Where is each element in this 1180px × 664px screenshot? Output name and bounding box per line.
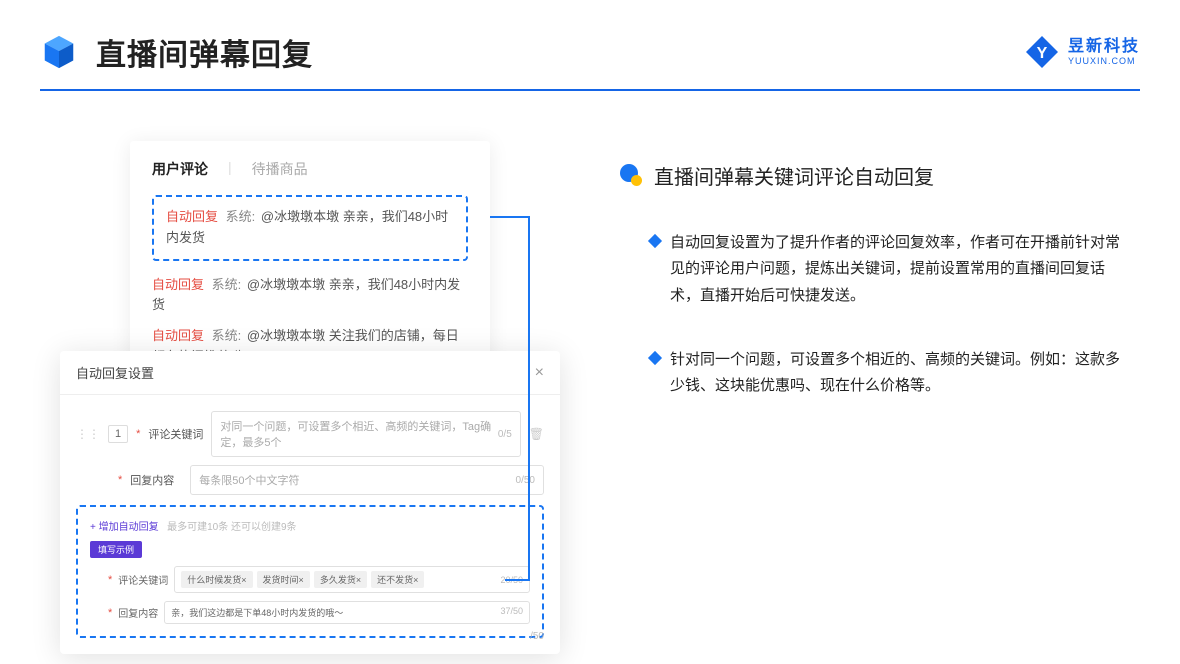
section-head: 直播间弹幕关键词评论自动回复 — [620, 161, 1120, 190]
bullet-text: 自动回复设置为了提升作者的评论回复效率，作者可在开播前针对常见的评论用户问题，提… — [670, 230, 1120, 309]
example-keyword-row: * 评论关键词 什么时候发货× 发货时间× 多久发货× 还不发货× 20/50 — [90, 566, 530, 593]
add-hint: 最多可建10条 还可以创建9条 — [167, 522, 296, 533]
tag-chip[interactable]: 还不发货× — [371, 571, 424, 588]
tab-products[interactable]: 待播商品 — [252, 159, 308, 179]
ex-reply-text: 亲，我们这边都是下单48小时内发货的哦～ — [171, 606, 343, 619]
field-label-keyword: 评论关键词 — [148, 426, 203, 442]
auto-reply-tag: 自动回复 — [152, 277, 204, 292]
required-star: * — [136, 428, 140, 440]
brand-logo: Y 昱新科技 YUUXIN.COM — [1024, 34, 1140, 70]
system-tag: 系统: — [226, 209, 256, 224]
ex-reply-input[interactable]: 亲，我们这边都是下单48小时内发货的哦～ 37/50 — [164, 601, 530, 624]
auto-reply-settings-dialog: 自动回复设置 × ⋮⋮ 1 * 评论关键词 对同一个问题，可设置多个相近、高频的… — [60, 351, 560, 654]
section-title: 直播间弹幕关键词评论自动回复 — [654, 161, 934, 190]
right-column: 直播间弹幕关键词评论自动回复 自动回复设置为了提升作者的评论回复效率，作者可在开… — [620, 141, 1120, 437]
ex-label-reply: 回复内容 — [118, 605, 158, 620]
reply-counter: 0/50 — [516, 475, 535, 486]
required-star: * — [118, 474, 122, 486]
auto-reply-tag: 自动回复 — [166, 209, 218, 224]
connector-line — [505, 579, 530, 581]
tab-comments[interactable]: 用户评论 — [152, 159, 208, 179]
bullet-text: 针对同一个问题，可设置多个相近的、高频的关键词。例如：这款多少钱、这块能优惠吗、… — [670, 347, 1120, 400]
section-dot-icon — [620, 164, 644, 188]
ex-keyword-input[interactable]: 什么时候发货× 发货时间× 多久发货× 还不发货× 20/50 — [174, 566, 530, 593]
form-row-reply: * 回复内容 每条限50个中文字符 0/50 — [76, 465, 544, 495]
tag-chip[interactable]: 发货时间× — [257, 571, 310, 588]
keyword-placeholder: 对同一个问题，可设置多个相近、高频的关键词，Tag确定，最多5个 — [220, 418, 497, 450]
logo-cn: 昱新科技 — [1068, 39, 1140, 55]
connector-line — [528, 216, 530, 581]
dialog-body: ⋮⋮ 1 * 评论关键词 对同一个问题，可设置多个相近、高频的关键词，Tag确定… — [60, 395, 560, 654]
logo-en: YUUXIN.COM — [1068, 57, 1140, 66]
page-title: 直播间弹幕回复 — [96, 30, 313, 74]
form-row-keyword: ⋮⋮ 1 * 评论关键词 对同一个问题，可设置多个相近、高频的关键词，Tag确定… — [76, 411, 544, 457]
system-tag: 系统: — [212, 328, 242, 343]
connector-line — [490, 216, 530, 218]
close-icon[interactable]: × — [535, 364, 544, 382]
required-star: * — [108, 607, 112, 619]
tabs: 用户评论 | 待播商品 — [152, 159, 468, 179]
header-left: 直播间弹幕回复 — [40, 30, 313, 74]
drag-handle-icon[interactable]: ⋮⋮ — [76, 427, 100, 441]
reply-placeholder: 每条限50个中文字符 — [199, 472, 299, 488]
system-tag: 系统: — [212, 277, 242, 292]
cube-icon — [40, 33, 78, 71]
field-label-reply: 回复内容 — [130, 472, 182, 488]
ex-reply-counter: 37/50 — [500, 606, 523, 619]
add-auto-reply-link[interactable]: + 增加自动回复 — [90, 522, 159, 533]
page-header: 直播间弹幕回复 Y 昱新科技 YUUXIN.COM — [0, 0, 1180, 89]
bottom-counter: /50 — [530, 631, 544, 642]
keyword-input[interactable]: 对同一个问题，可设置多个相近、高频的关键词，Tag确定，最多5个 0/5 — [211, 411, 520, 457]
bullet-item: 针对同一个问题，可设置多个相近的、高频的关键词。例如：这款多少钱、这块能优惠吗、… — [620, 347, 1120, 400]
tab-divider: | — [228, 159, 232, 179]
example-block: + 增加自动回复 最多可建10条 还可以创建9条 填写示例 * 评论关键词 什么… — [76, 505, 544, 638]
ex-label-keyword: 评论关键词 — [118, 572, 168, 587]
diamond-bullet-icon — [648, 234, 662, 248]
left-column: 用户评论 | 待播商品 自动回复 系统: @冰墩墩本墩 亲亲，我们48小时内发货… — [60, 141, 560, 437]
example-badge: 填写示例 — [90, 541, 142, 558]
bullet-item: 自动回复设置为了提升作者的评论回复效率，作者可在开播前针对常见的评论用户问题，提… — [620, 230, 1120, 309]
dialog-header: 自动回复设置 × — [60, 351, 560, 395]
svg-text:Y: Y — [1037, 45, 1048, 62]
reply-input[interactable]: 每条限50个中文字符 0/50 — [190, 465, 544, 495]
tag-chip[interactable]: 什么时候发货× — [181, 571, 252, 588]
logo-text: 昱新科技 YUUXIN.COM — [1068, 39, 1140, 66]
auto-reply-tag: 自动回复 — [152, 328, 204, 343]
comment-row: 自动回复 系统: @冰墩墩本墩 亲亲，我们48小时内发货 — [152, 275, 468, 317]
rule-number: 1 — [108, 425, 128, 443]
diamond-bullet-icon — [648, 351, 662, 365]
highlighted-comment: 自动回复 系统: @冰墩墩本墩 亲亲，我们48小时内发货 — [152, 195, 468, 261]
logo-diamond-icon: Y — [1024, 34, 1060, 70]
dialog-title: 自动回复设置 — [76, 363, 154, 382]
trash-icon[interactable]: 🗑 — [529, 427, 544, 441]
required-star: * — [108, 574, 112, 586]
comment-row-highlight: 自动回复 系统: @冰墩墩本墩 亲亲，我们48小时内发货 — [166, 207, 454, 249]
tag-chip[interactable]: 多久发货× — [314, 571, 367, 588]
keyword-counter: 0/5 — [498, 429, 512, 440]
example-reply-row: * 回复内容 亲，我们这边都是下单48小时内发货的哦～ 37/50 — [90, 601, 530, 624]
